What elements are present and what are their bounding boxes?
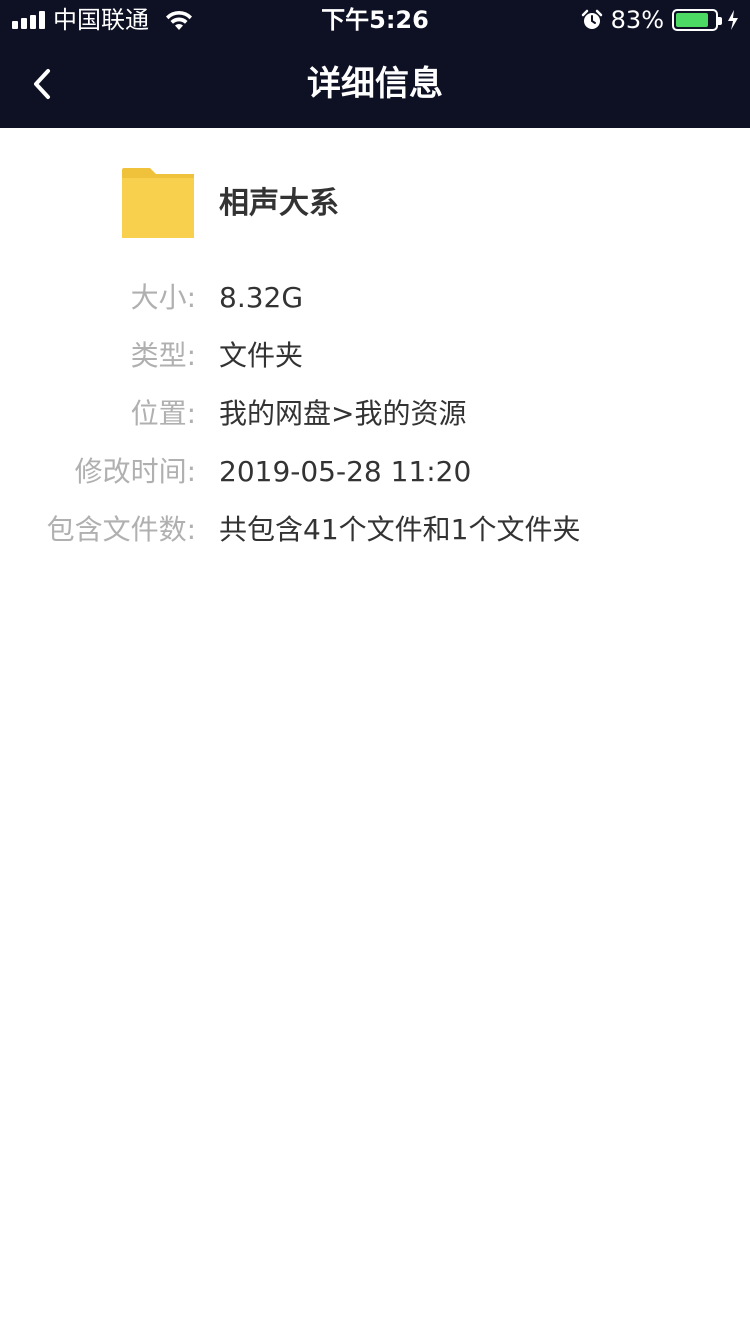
status-bar: 中国联通 下午5:26 83% bbox=[0, 0, 750, 40]
battery-nub bbox=[718, 17, 722, 25]
location-value: 我的网盘>我的资源 bbox=[219, 397, 467, 430]
info-list: 大小: 8.32G 类型: 文件夹 位置: 我的网盘>我的资源 修改时间: 20… bbox=[0, 272, 750, 562]
status-right: 83% bbox=[581, 6, 740, 34]
file-count-label: 包含文件数: bbox=[46, 513, 196, 546]
folder-icon bbox=[122, 168, 194, 238]
info-row-size: 大小: 8.32G bbox=[0, 272, 750, 330]
size-label: 大小: bbox=[130, 281, 196, 314]
info-row-location: 位置: 我的网盘>我的资源 bbox=[0, 388, 750, 446]
charging-bolt-icon bbox=[728, 10, 738, 30]
modified-time-value: 2019-05-28 11:20 bbox=[219, 455, 472, 488]
battery-percent: 83% bbox=[610, 6, 664, 34]
location-label: 位置: bbox=[130, 397, 196, 430]
type-value: 文件夹 bbox=[219, 339, 304, 372]
folder-header: 相声大系 bbox=[0, 168, 750, 240]
info-row-file-count: 包含文件数: 共包含41个文件和1个文件夹 bbox=[0, 504, 750, 562]
modified-time-label: 修改时间: bbox=[74, 455, 196, 488]
battery-fill bbox=[676, 13, 708, 27]
file-count-value: 共包含41个文件和1个文件夹 bbox=[219, 513, 581, 546]
nav-bar: 详细信息 bbox=[0, 40, 750, 128]
alarm-icon bbox=[581, 9, 602, 29]
page-title: 详细信息 bbox=[307, 64, 443, 104]
size-value: 8.32G bbox=[219, 281, 304, 314]
info-row-type: 类型: 文件夹 bbox=[0, 330, 750, 388]
battery-icon bbox=[672, 9, 722, 31]
folder-name: 相声大系 bbox=[219, 186, 339, 221]
header: 中国联通 下午5:26 83% 详细信息 bbox=[0, 0, 750, 128]
info-row-modified: 修改时间: 2019-05-28 11:20 bbox=[0, 446, 750, 504]
type-label: 类型: bbox=[130, 339, 196, 372]
